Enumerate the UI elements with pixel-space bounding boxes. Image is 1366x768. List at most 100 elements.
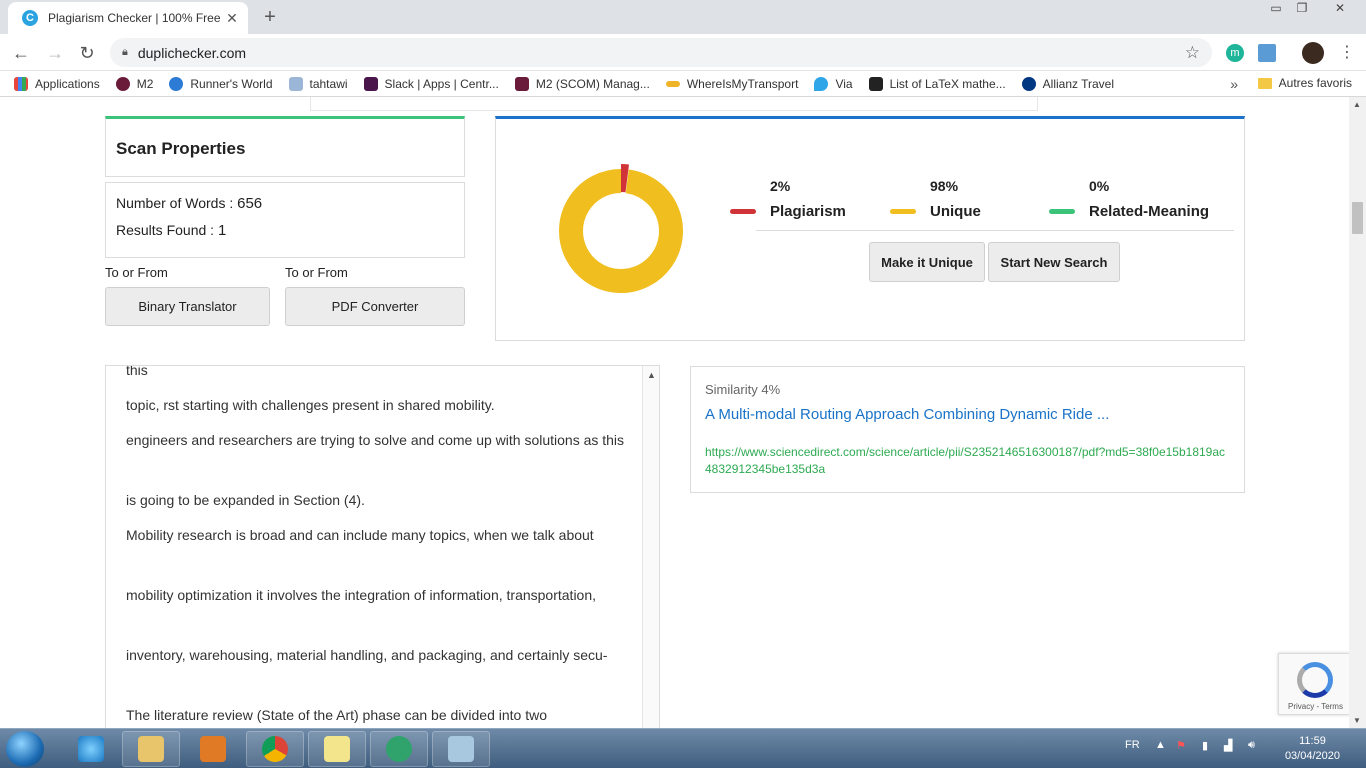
clock-date: 03/04/2020	[1284, 750, 1340, 762]
system-clock[interactable]: 11:59 03/04/2020	[1285, 734, 1340, 764]
text-line: engineers and researchers are trying to …	[126, 432, 625, 448]
scan-properties-header: Scan Properties	[105, 116, 465, 177]
forward-icon[interactable]: →	[42, 40, 68, 66]
internet-explorer-icon	[78, 736, 104, 762]
text-line: The literature review (State of the Art)…	[126, 707, 548, 723]
notepad-icon	[448, 736, 474, 762]
action-center-icon[interactable]: ⚑	[1176, 739, 1186, 752]
address-bar[interactable]: 🔒︎ duplichecker.com ☆	[110, 38, 1212, 67]
text-line: mobility optimization it involves the in…	[126, 587, 597, 603]
recaptcha-badge[interactable]: Privacy - Terms	[1278, 653, 1349, 715]
folder-icon	[1257, 77, 1272, 89]
extension-doc-icon[interactable]	[1258, 44, 1276, 62]
taskbar-notepad[interactable]	[432, 731, 490, 767]
text-line: topic, rst starting with challenges pres…	[126, 397, 495, 413]
plagiarism-donut-chart	[559, 164, 683, 293]
plagiarism-swatch	[730, 209, 756, 214]
legend-plagiarism: 2% Plagiarism	[730, 178, 846, 220]
close-tab-icon[interactable]: ✕	[224, 10, 240, 27]
media-player-icon	[200, 736, 226, 762]
tahtawi-icon	[288, 76, 303, 91]
tab-title: Plagiarism Checker | 100% Free a	[48, 11, 224, 25]
battery-icon[interactable]: ▮	[1202, 739, 1208, 752]
apps-grid-icon	[14, 76, 28, 91]
clock-time: 11:59	[1299, 735, 1326, 747]
page-viewport: Scan Properties Number of Words : 656 Re…	[0, 97, 1349, 728]
network-icon[interactable]: ▟	[1224, 739, 1232, 752]
taskbar-media-player[interactable]	[184, 731, 242, 767]
bookmark-slack[interactable]: Slack | Apps | Centr...	[363, 76, 499, 91]
similarity-source-title-link[interactable]: A Multi-modal Routing Approach Combining…	[705, 406, 1109, 423]
browser-tab[interactable]: C Plagiarism Checker | 100% Free a ✕	[8, 2, 248, 34]
bookmark-star-icon[interactable]: ☆	[1185, 43, 1200, 63]
bookmark-tahtawi[interactable]: tahtawi	[288, 76, 348, 91]
reload-icon[interactable]: ↻	[74, 40, 100, 66]
scroll-down-icon[interactable]: ▼	[1353, 716, 1361, 725]
tab-strip: C Plagiarism Checker | 100% Free a ✕ + ▭…	[0, 0, 1366, 34]
binary-translator-button[interactable]: Binary Translator	[105, 287, 270, 326]
show-hidden-icons[interactable]: ▲	[1155, 739, 1166, 751]
m2-icon	[115, 76, 130, 91]
latex-icon	[868, 76, 883, 91]
text-box-scrollbar[interactable]: ▲	[642, 366, 659, 728]
taskbar-ie[interactable]	[62, 731, 120, 767]
browser-toolbar: ← → ↻ 🔒︎ duplichecker.com ☆ m ⋮	[0, 34, 1366, 71]
volume-icon[interactable]: 🔊︎	[1248, 739, 1255, 752]
bookmark-whereismytransport[interactable]: WhereIsMyTransport	[665, 77, 798, 91]
taskbar-chrome[interactable]	[246, 731, 304, 767]
related-swatch	[1049, 209, 1075, 214]
extension-m-icon[interactable]: m	[1226, 44, 1244, 62]
atom-icon	[386, 736, 412, 762]
legend-unique: 98% Unique	[890, 178, 981, 220]
back-icon[interactable]: ←	[8, 40, 34, 66]
page-scrollbar[interactable]: ▲ ▼	[1349, 97, 1366, 728]
bookmark-via[interactable]: Via	[814, 76, 853, 91]
related-percent: 0%	[1089, 178, 1110, 194]
scroll-up-arrow-icon[interactable]: ▲	[647, 370, 656, 380]
more-bookmarks-button[interactable]: »	[1230, 76, 1238, 92]
bookmarks-bar: Applications M2 Runner's World tahtawi S…	[0, 71, 1366, 97]
bookmark-m2-scom[interactable]: M2 (SCOM) Manag...	[514, 76, 650, 91]
pdf-converter-button[interactable]: PDF Converter	[285, 287, 465, 326]
bookmark-allianz[interactable]: Allianz Travel	[1021, 76, 1114, 91]
unique-slice	[559, 169, 683, 293]
taskbar-sticky-notes[interactable]	[308, 731, 366, 767]
input-box-bottom-edge	[310, 97, 1038, 111]
text-line: inventory, warehousing, material handlin…	[126, 647, 608, 663]
start-new-search-button[interactable]: Start New Search	[988, 242, 1120, 282]
taskbar-atom[interactable]	[370, 731, 428, 767]
bookmark-latex[interactable]: List of LaTeX mathe...	[868, 76, 1006, 91]
scan-properties-title: Scan Properties	[116, 139, 246, 158]
minimize-button[interactable]: ▭	[1262, 0, 1290, 18]
restore-button[interactable]: ❐	[1288, 0, 1316, 18]
close-window-button[interactable]: ✕	[1326, 0, 1354, 18]
language-indicator[interactable]: FR	[1125, 739, 1140, 751]
legend-divider	[756, 230, 1234, 231]
unique-percent: 98%	[930, 178, 959, 194]
similarity-source-url-link[interactable]: https://www.sciencedirect.com/science/ar…	[705, 444, 1230, 478]
make-it-unique-button[interactable]: Make it Unique	[869, 242, 985, 282]
legend-related: 0% Related-Meaning	[1049, 178, 1209, 220]
duplichecker-favicon-icon: C	[22, 10, 38, 26]
bookmark-m2[interactable]: M2	[115, 76, 153, 91]
text-line: Mobility research is broad and can inclu…	[126, 527, 594, 543]
results-found-value: 1	[217, 222, 227, 239]
taskbar-explorer[interactable]	[122, 731, 180, 767]
text-line: this	[126, 365, 148, 378]
file-explorer-icon	[138, 736, 164, 762]
page-scrollbar-thumb[interactable]	[1352, 202, 1363, 234]
allianz-icon	[1021, 76, 1036, 91]
bookmark-runners-world[interactable]: Runner's World	[169, 76, 273, 91]
checked-text-box[interactable]: this topic, rst starting with challenges…	[105, 365, 660, 728]
menu-kebab-icon[interactable]: ⋮	[1334, 40, 1360, 66]
other-bookmarks-folder[interactable]: Autres favoris	[1257, 76, 1352, 90]
donut-slices	[559, 164, 683, 293]
word-count-value: 656	[237, 195, 263, 212]
profile-avatar[interactable]	[1302, 42, 1324, 64]
recaptcha-privacy-terms[interactable]: Privacy - Terms	[1288, 702, 1343, 711]
start-button[interactable]	[6, 731, 44, 767]
runners-world-icon	[169, 76, 184, 91]
new-tab-button[interactable]: +	[258, 6, 282, 28]
scroll-up-icon[interactable]: ▲	[1353, 100, 1361, 109]
bookmark-applications[interactable]: Applications	[14, 76, 100, 91]
